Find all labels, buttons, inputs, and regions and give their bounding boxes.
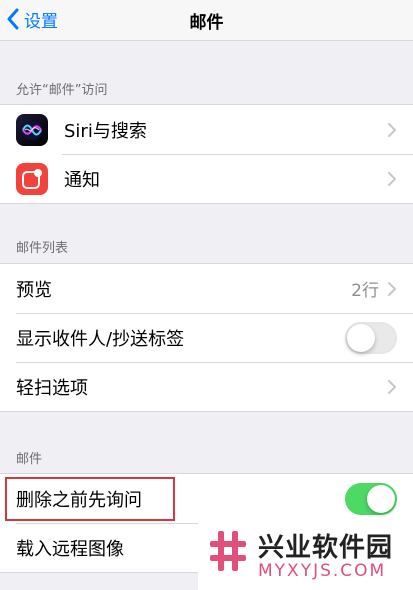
- toggle-knob: [347, 323, 375, 352]
- swipe-options-label: 轻扫选项: [16, 377, 88, 399]
- preview-row[interactable]: 预览 2行: [0, 264, 413, 313]
- section-header-mail: 邮件: [16, 452, 43, 467]
- section-header-access: 允许“邮件”访问: [16, 83, 108, 98]
- notifications-row[interactable]: 通知: [0, 154, 413, 203]
- chevron-left-icon: [7, 8, 19, 30]
- chevron-right-icon: [388, 379, 396, 394]
- hash-logo-icon: [210, 531, 246, 571]
- watermark-url: MYXYJS.COM: [258, 561, 387, 581]
- show-to-cc-toggle[interactable]: [345, 321, 397, 354]
- section-header-mail-list: 邮件列表: [16, 241, 69, 256]
- ask-before-delete-row: 删除之前先询问: [0, 474, 413, 523]
- back-button-label: 设置: [24, 11, 58, 32]
- ask-before-delete-toggle[interactable]: [345, 482, 397, 515]
- navigation-bar: 设置 邮件: [0, 0, 413, 41]
- notification-icon: [16, 162, 48, 195]
- ask-before-delete-label: 删除之前先询问: [16, 489, 142, 511]
- swipe-options-row[interactable]: 轻扫选项: [0, 362, 413, 411]
- chevron-right-icon: [388, 171, 396, 186]
- watermark-name: 兴业软件园: [258, 533, 394, 563]
- chevron-right-icon: [388, 281, 396, 296]
- page-title: 邮件: [189, 12, 224, 33]
- show-to-cc-row: 显示收件人/抄送标签: [0, 313, 413, 362]
- siri-icon: [16, 113, 48, 146]
- access-group: Siri与搜索 通知: [0, 104, 413, 204]
- back-button[interactable]: 设置: [6, 6, 58, 32]
- siri-search-row[interactable]: Siri与搜索: [0, 105, 413, 154]
- watermark: 兴业软件园 MYXYJS.COM: [198, 519, 413, 590]
- siri-search-label: Siri与搜索: [64, 120, 147, 142]
- preview-value: 2行: [351, 281, 379, 301]
- notifications-label: 通知: [64, 169, 100, 191]
- chevron-right-icon: [388, 122, 396, 137]
- mail-list-group: 预览 2行 显示收件人/抄送标签 轻扫选项: [0, 263, 413, 412]
- show-to-cc-label: 显示收件人/抄送标签: [16, 328, 185, 350]
- preview-label: 预览: [16, 279, 52, 301]
- toggle-knob: [367, 484, 395, 513]
